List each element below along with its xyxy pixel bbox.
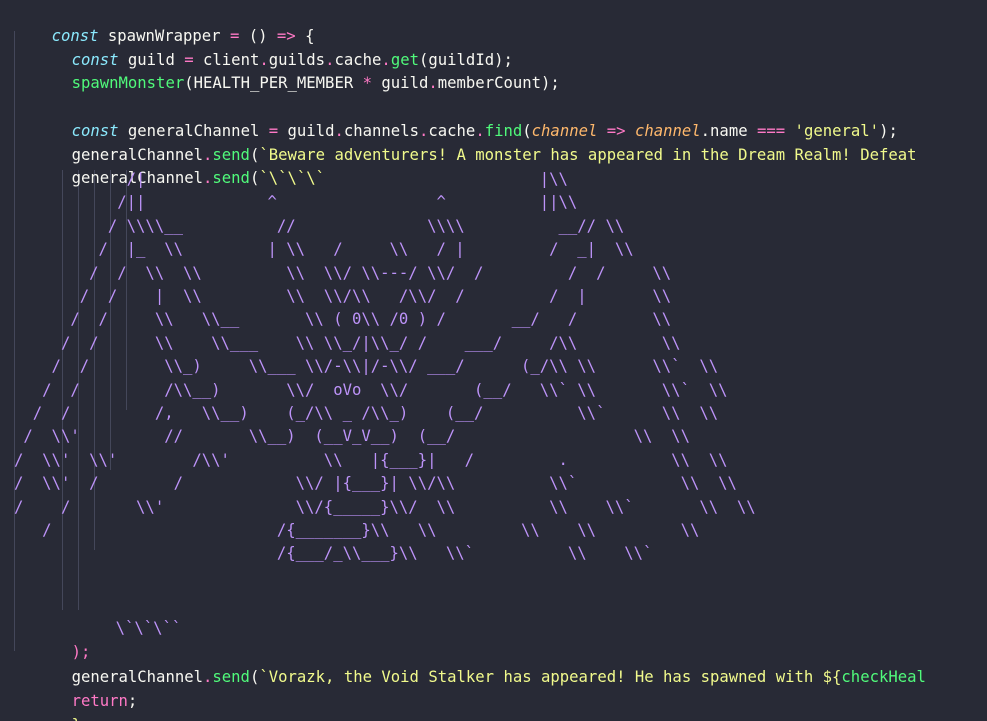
code-line[interactable]: const spawnWrapper = () => { xyxy=(0,2,315,45)
ascii-art-line: / \\' \\' /\\' \\ |{___}| / . \\ \\ xyxy=(14,450,728,469)
ascii-art-line: / / /, \\__) (_/\\ _ /\\_) (__/ \\` \\ \… xyxy=(14,404,719,422)
code-line[interactable]: const guild = client.guilds.cache.get(gu… xyxy=(0,26,513,69)
code-line[interactable]: const generalChannel = guild.channels.ca… xyxy=(0,97,898,140)
template-string: `Vorazk, the Void Stalker has appeared! … xyxy=(259,668,842,686)
template-string: `Beware adventurers! A monster has appea… xyxy=(259,146,917,164)
code-line[interactable]: \`\`\`` xyxy=(0,594,182,637)
ascii-art-line: / / \\_) \\___ \\/-\\|/-\\/ ___/ (_/\\ \… xyxy=(14,357,719,376)
code-line[interactable]: ); xyxy=(0,618,91,661)
ascii-art-line: / / \\' \\/{_____}\\/ \\ \\ \\` \\ \\ xyxy=(14,497,756,516)
punctuation: ( xyxy=(249,668,260,686)
identifier: (HEALTH_PER_MEMBER xyxy=(184,74,363,92)
code-line[interactable]: return; xyxy=(0,667,138,710)
operator: . xyxy=(428,74,438,92)
function-name: checkHeal xyxy=(841,668,926,686)
punctuation: }; xyxy=(72,716,91,721)
ascii-art-line: / \\\\__ // \\\\ __// \\ xyxy=(14,216,625,235)
ascii-art-line: / / | \\ \\ \\/\\ /\\/ / / | \\ xyxy=(14,287,672,305)
ascii-art-line: / |_ \\ | \\ / \\ / | / _| \\ xyxy=(14,240,634,259)
ascii-art-line: / \\' // \\__) (__V_V__) (__/ \\ \\ xyxy=(14,427,690,446)
code-line[interactable]: generalChannel.send(`\`\`\` xyxy=(0,144,326,187)
code-line[interactable]: }; xyxy=(0,691,91,721)
code-line[interactable]: generalChannel.send(`Beware adventurers!… xyxy=(0,121,917,164)
template-string: \`\`\`` xyxy=(115,619,182,637)
ascii-art-line: / / /\\__) \\/ oVo \\/ (__/ \\` \\ \\` \… xyxy=(14,380,728,399)
punctuation: ; xyxy=(127,692,138,710)
ascii-art-line: / / \\ \\ \\ \\/ \\---/ \\/ / / / \\ xyxy=(14,263,672,282)
ascii-art-line: /| |\\ xyxy=(14,170,568,188)
identifier: guild xyxy=(372,74,429,92)
ascii-art-line: /{___/_\\___}\\ \\` \\ \\` xyxy=(14,544,653,563)
code-line[interactable]: spawnMonster(HEALTH_PER_MEMBER * guild.m… xyxy=(0,49,560,92)
operator: . xyxy=(203,668,213,686)
ascii-art-line: / / \\ \\___ \\ \\_/|\\_/ / ___/ /\\ \\ xyxy=(14,333,681,352)
operator: * xyxy=(362,74,373,92)
identifier: memberCount); xyxy=(437,74,560,92)
function-name: send xyxy=(212,668,250,686)
ascii-art-line: /|| ^ ^ ||\\ xyxy=(14,193,578,212)
code-editor[interactable]: const spawnWrapper = () => { const guild… xyxy=(0,0,987,721)
ascii-art-line: / / \\ \\__ \\ ( 0\\ /0 ) / __/ / \\ xyxy=(14,310,672,329)
function-name: spawnMonster xyxy=(71,74,185,92)
ascii-art-line: / \\' / / \\/ |{___}| \\/\\ \\` \\ \\ xyxy=(14,474,737,493)
ascii-art-line: / /{_______}\\ \\ \\ \\ \\ xyxy=(14,521,700,539)
code-line[interactable]: generalChannel.send(`Vorazk, the Void St… xyxy=(0,643,926,686)
